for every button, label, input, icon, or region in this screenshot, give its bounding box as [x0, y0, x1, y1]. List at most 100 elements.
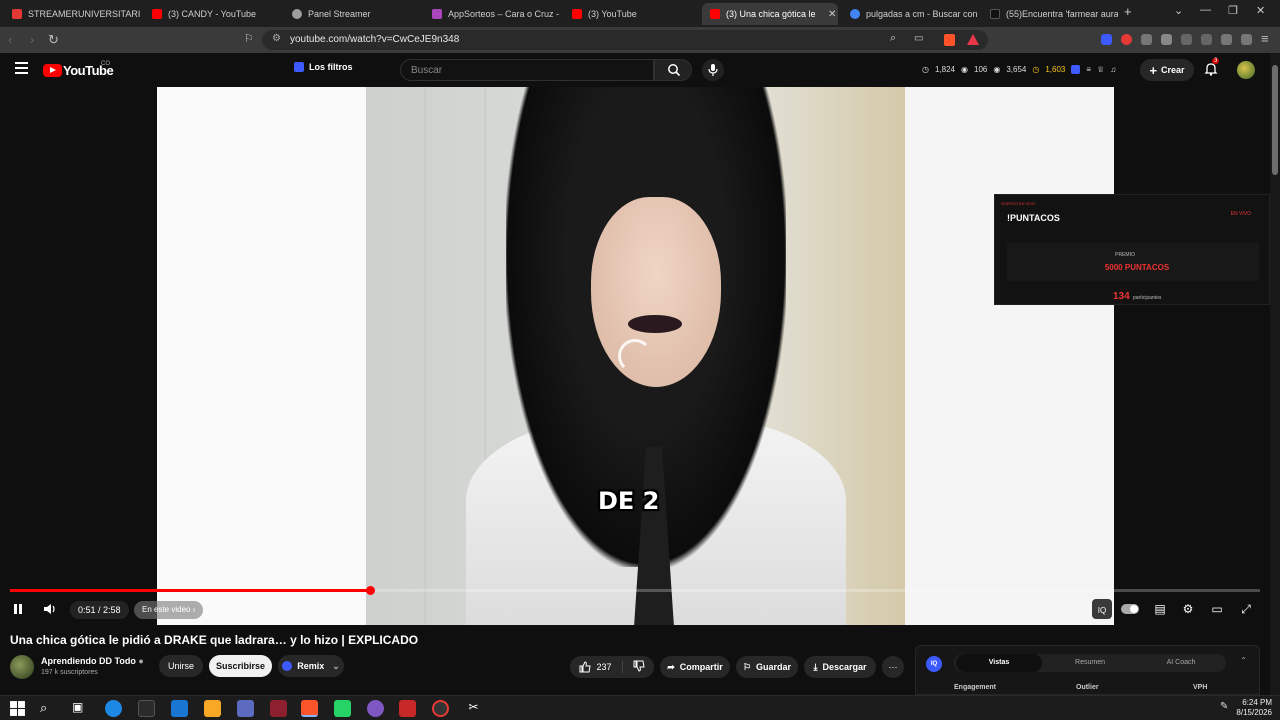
- channel-name[interactable]: Aprendiendo DD Todo ●: [41, 656, 144, 666]
- minimize-icon[interactable]: —: [1200, 4, 1211, 16]
- trophy-icon[interactable]: ♕: [1097, 65, 1104, 74]
- browser-tab[interactable]: STREAMERUNIVERSITARIO -: [4, 3, 140, 25]
- pen-icon[interactable]: ✎: [1220, 701, 1228, 712]
- tab-ai-coach[interactable]: AI Coach: [1138, 654, 1224, 672]
- teams-icon[interactable]: [237, 700, 254, 717]
- zoom-search-icon[interactable]: ⌕: [890, 32, 896, 45]
- filters-button[interactable]: Los filtros: [294, 62, 353, 72]
- tab-vistas[interactable]: Vistas: [956, 654, 1042, 672]
- forward-icon[interactable]: ›: [30, 32, 34, 47]
- restore-icon[interactable]: ❐: [1228, 4, 1238, 17]
- user-avatar[interactable]: [1237, 61, 1255, 79]
- reload-icon[interactable]: ↻: [48, 32, 59, 48]
- dislike-button[interactable]: [623, 660, 645, 674]
- remix-button[interactable]: Remix ⌄: [278, 655, 344, 677]
- more-actions-button[interactable]: ⋯: [882, 656, 904, 678]
- youtube-logo-icon[interactable]: [43, 64, 62, 77]
- discord-icon[interactable]: [367, 700, 384, 717]
- subscribe-button[interactable]: Suscribirse: [209, 655, 272, 677]
- task-view-icon[interactable]: ▣: [72, 700, 89, 717]
- browser-menu-icon[interactable]: ≡: [1261, 31, 1269, 46]
- bookmark-page-icon[interactable]: ⚐: [244, 32, 254, 45]
- tab-label: AI Coach: [1166, 659, 1196, 666]
- video-frame[interactable]: DE 2: [366, 87, 905, 625]
- video-player[interactable]: DE 2 SORTEO EN VIVO !PUNTACOS EN VIVO PR…: [0, 87, 1270, 625]
- capcut-icon[interactable]: ✂: [465, 700, 482, 717]
- tab-label: AppSorteos – Cara o Cruz - Ti: [448, 9, 560, 19]
- hamburger-icon[interactable]: [15, 62, 28, 74]
- fullscreen-button[interactable]: ⤢: [1236, 599, 1256, 619]
- wallet-icon[interactable]: [1201, 34, 1212, 45]
- save-button[interactable]: ⚐ Guardar: [736, 656, 798, 678]
- browser-tab[interactable]: AppSorteos – Cara o Cruz - Ti: [424, 3, 560, 25]
- tab-close-icon[interactable]: ✕: [828, 9, 836, 20]
- sidebar-icon[interactable]: [1181, 34, 1192, 45]
- chapter-button[interactable]: En este video ›: [134, 601, 204, 619]
- obs-icon[interactable]: [432, 700, 449, 717]
- extension-player-button[interactable]: IQ: [1092, 599, 1112, 619]
- search-input[interactable]: [401, 60, 653, 81]
- system-clock[interactable]: 6:24 PM 8/15/2026: [1236, 698, 1272, 718]
- music-extension-icon[interactable]: [1161, 34, 1172, 45]
- edge-browser-icon[interactable]: [105, 700, 122, 717]
- time-display: 0:51 / 2:58: [70, 601, 129, 619]
- pause-button[interactable]: [8, 599, 28, 619]
- download-button[interactable]: ⤓ Descargar: [804, 656, 876, 678]
- autoplay-toggle[interactable]: [1120, 599, 1140, 619]
- alert-icon[interactable]: ♫: [1110, 65, 1116, 74]
- scrollbar-thumb[interactable]: [1272, 65, 1278, 175]
- app-icon[interactable]: [270, 700, 287, 717]
- browser-tab-active[interactable]: (3) Una chica gótica le ✕: [702, 3, 838, 25]
- brave-rewards-icon[interactable]: [967, 34, 979, 45]
- extension-icon[interactable]: [1141, 34, 1152, 45]
- app-icon[interactable]: [399, 700, 416, 717]
- whatsapp-icon[interactable]: [334, 700, 351, 717]
- video-person-lips: [628, 315, 682, 333]
- site-info-icon[interactable]: ⚙: [272, 33, 281, 44]
- tab-resumen[interactable]: Resumen: [1047, 654, 1133, 672]
- page-scrollbar[interactable]: [1270, 53, 1280, 695]
- like-button[interactable]: 237: [579, 661, 623, 673]
- brave-browser-icon[interactable]: [301, 700, 318, 717]
- vpn-icon[interactable]: [1241, 34, 1252, 45]
- browser-tab[interactable]: (3) YouTube: [564, 3, 698, 25]
- extension-icon: IQ: [1097, 606, 1107, 615]
- extension-icon[interactable]: [1101, 34, 1112, 45]
- cast-icon[interactable]: ▭: [914, 33, 923, 44]
- leo-ai-icon[interactable]: [1221, 34, 1232, 45]
- settings-button[interactable]: ⚙: [1178, 599, 1198, 619]
- subtitles-button[interactable]: ▤: [1150, 599, 1170, 619]
- extension-icon[interactable]: [1121, 34, 1132, 45]
- new-tab-icon[interactable]: +: [1124, 4, 1132, 19]
- progress-scrubber[interactable]: [366, 586, 375, 595]
- brave-shields-icon[interactable]: [944, 34, 955, 46]
- outlook-icon[interactable]: [171, 700, 188, 717]
- search-button[interactable]: [654, 59, 692, 81]
- browser-tab[interactable]: (55)Encuentra 'farmear aura te: [982, 3, 1118, 25]
- join-button[interactable]: Unirse: [159, 655, 203, 677]
- back-icon[interactable]: ‹: [8, 32, 12, 47]
- bell-icon[interactable]: [1204, 62, 1218, 76]
- tab-list-chevron-icon[interactable]: ⌄: [1174, 4, 1183, 17]
- browser-tab[interactable]: (3) CANDY - YouTube: [144, 3, 280, 25]
- voice-search-button[interactable]: [702, 59, 724, 81]
- close-window-icon[interactable]: ✕: [1256, 4, 1265, 17]
- create-button[interactable]: + Crear: [1140, 59, 1194, 81]
- channel-avatar[interactable]: [10, 655, 34, 679]
- browser-tab[interactable]: Panel Streamer: [284, 3, 420, 25]
- volume-button[interactable]: [40, 599, 60, 619]
- windows-start-icon[interactable]: [9, 700, 26, 717]
- browser-tab[interactable]: pulgadas a cm - Buscar con G: [842, 3, 978, 25]
- url-bar[interactable]: ⚙ youtube.com/watch?v=CwCeJE9n348 ⌕ ▭: [262, 30, 988, 50]
- share-button[interactable]: ➦ Compartir: [660, 656, 730, 678]
- chevron-up-icon[interactable]: ⌃: [1240, 656, 1247, 665]
- search-box[interactable]: [400, 59, 654, 81]
- list-icon[interactable]: ≡: [1086, 65, 1091, 74]
- extension-icon[interactable]: [1071, 65, 1081, 74]
- country-code: CO: [101, 61, 110, 67]
- theater-mode-button[interactable]: ▭: [1207, 599, 1227, 619]
- progress-bar[interactable]: [10, 586, 1260, 595]
- file-explorer-icon[interactable]: [204, 700, 221, 717]
- search-icon[interactable]: ⌕: [40, 700, 57, 717]
- store-icon[interactable]: [138, 700, 155, 717]
